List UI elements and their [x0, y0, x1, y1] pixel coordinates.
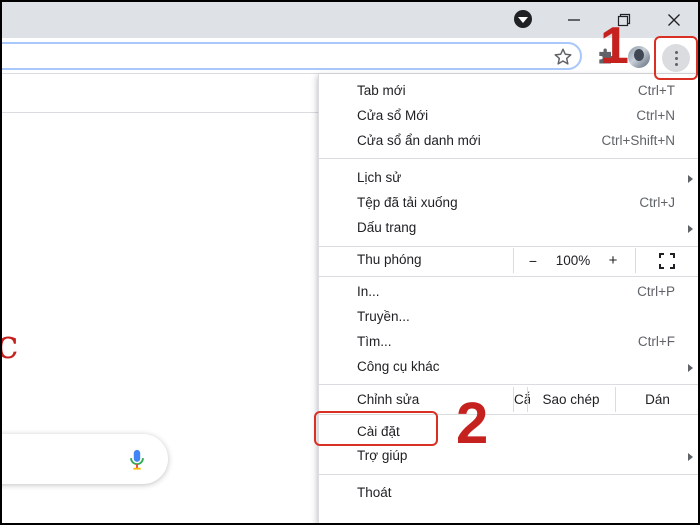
menu-item-label: Công cụ khác	[357, 359, 440, 374]
star-icon[interactable]	[552, 46, 574, 68]
menu-item-label: Tệp đã tải xuống	[357, 195, 458, 210]
zoom-level: 100%	[555, 253, 591, 268]
menu-item-new-tab[interactable]: Tab mới Ctrl+T	[319, 79, 698, 104]
menu-item-shortcut: Ctrl+N	[636, 108, 675, 123]
menu-item-label: Dấu trang	[357, 220, 417, 235]
minimize-icon[interactable]	[560, 6, 588, 34]
page-divider	[2, 112, 322, 113]
submenu-arrow-icon	[688, 175, 693, 183]
menu-item-more-tools[interactable]: Công cụ khác	[319, 355, 698, 380]
menu-item-history[interactable]: Lịch sử	[319, 166, 698, 191]
menu-separator	[319, 276, 698, 277]
menu-item-label: Tab mới	[357, 83, 406, 98]
menu-separator	[319, 158, 698, 159]
annotation-highlight-settings	[314, 411, 438, 446]
annotation-step-2: 2	[456, 391, 489, 456]
menu-item-label: In...	[357, 284, 380, 299]
menu-item-label: Thoát	[357, 485, 392, 500]
address-bar[interactable]	[2, 42, 582, 70]
zoom-divider	[513, 248, 514, 273]
title-bar	[2, 2, 698, 38]
menu-item-shortcut: Ctrl+T	[637, 83, 675, 98]
toolbar	[2, 38, 698, 74]
zoom-divider	[635, 248, 636, 273]
menu-item-shortcut: Ctrl+Shift+N	[601, 133, 675, 148]
menu-item-help[interactable]: Trợ giúp	[319, 444, 698, 469]
edit-label: Chỉnh sửa	[357, 392, 420, 407]
menu-item-label: Trợ giúp	[357, 448, 408, 463]
fullscreen-icon[interactable]	[653, 248, 681, 273]
annotation-highlight-menu-button	[654, 36, 698, 80]
menu-item-cast[interactable]: Truyền...	[319, 305, 698, 330]
zoom-label: Thu phóng	[357, 252, 422, 267]
menu-item-shortcut: Ctrl+F	[637, 334, 675, 349]
zoom-in-button[interactable]: +	[597, 248, 629, 273]
copy-button[interactable]: Sao chép	[528, 387, 614, 412]
submenu-arrow-icon	[688, 453, 693, 461]
submenu-arrow-icon	[688, 225, 693, 233]
avatar[interactable]	[628, 46, 650, 68]
menu-edit-row: Chỉnh sửa Cắt Sao chép Dán	[319, 387, 698, 412]
close-icon[interactable]	[660, 6, 688, 34]
menu-item-downloads[interactable]: Tệp đã tải xuống Ctrl+J	[319, 191, 698, 216]
menu-item-label: Cửa sổ ẩn danh mới	[357, 133, 481, 148]
menu-separator	[319, 474, 698, 475]
menu-separator	[319, 384, 698, 385]
annotation-step-1: 1	[600, 17, 629, 75]
submenu-arrow-icon	[688, 364, 693, 372]
menu-item-label: Cửa sổ Mới	[357, 108, 429, 123]
paste-button[interactable]: Dán	[616, 387, 698, 412]
menu-item-print[interactable]: In... Ctrl+P	[319, 280, 698, 305]
menu-item-exit[interactable]: Thoát	[319, 481, 698, 506]
menu-item-label: Tìm...	[357, 334, 392, 349]
page-logo-fragment: c	[2, 322, 19, 368]
menu-item-find[interactable]: Tìm... Ctrl+F	[319, 330, 698, 355]
menu-item-new-window[interactable]: Cửa sổ Mới Ctrl+N	[319, 104, 698, 129]
browser-window: c Tab mới Ctrl+T Cửa sổ Mới Ctrl+N Cửa s…	[2, 2, 698, 523]
menu-item-shortcut: Ctrl+J	[639, 195, 675, 210]
microphone-icon[interactable]	[128, 449, 146, 471]
menu-item-label: Lịch sử	[357, 170, 402, 185]
menu-zoom-row: Thu phóng − 100% +	[319, 248, 698, 273]
menu-separator	[319, 246, 698, 247]
menu-item-bookmarks[interactable]: Dấu trang	[319, 216, 698, 241]
menu-item-label: Truyền...	[357, 309, 410, 324]
menu-item-shortcut: Ctrl+P	[637, 284, 675, 299]
menu-item-incognito-window[interactable]: Cửa sổ ẩn danh mới Ctrl+Shift+N	[319, 129, 698, 154]
profile-dropdown-icon[interactable]	[514, 10, 532, 28]
chrome-main-menu: Tab mới Ctrl+T Cửa sổ Mới Ctrl+N Cửa sổ …	[318, 74, 698, 523]
